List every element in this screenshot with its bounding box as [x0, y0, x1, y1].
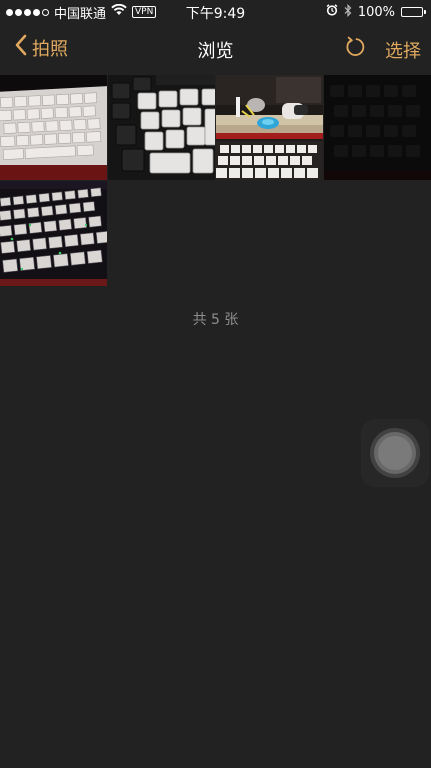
photo-2-image: [108, 75, 215, 180]
navigation-bar: 拍照 浏览 选择: [0, 24, 431, 74]
photo-thumbnail[interactable]: [216, 75, 323, 180]
photo-browser-screen: 中国联通 VPN 下午9:49 100% 拍照 浏览 选择 共 5 张: [0, 0, 431, 768]
photo-3-image: [216, 75, 323, 180]
photo-thumbnail[interactable]: [0, 75, 107, 180]
refresh-icon: [343, 36, 367, 63]
photo-4-image: [324, 75, 431, 180]
bluetooth-icon: [344, 3, 352, 21]
photo-thumbnail[interactable]: [0, 181, 107, 286]
battery-icon: [401, 7, 426, 17]
status-right: 100%: [326, 3, 426, 21]
photo-1-image: [0, 75, 107, 180]
photo-5-image: [0, 181, 107, 286]
photo-count-label: 共 5 张: [192, 312, 239, 328]
photo-thumbnail[interactable]: [324, 75, 431, 180]
battery-percent: 100%: [357, 4, 395, 20]
refresh-button[interactable]: [343, 35, 367, 63]
alarm-icon: [326, 4, 338, 20]
assistive-touch-button[interactable]: [361, 419, 429, 487]
photo-grid: [0, 75, 431, 286]
status-bar: 中国联通 VPN 下午9:49 100%: [0, 0, 431, 24]
photo-thumbnail[interactable]: [108, 75, 215, 180]
select-button[interactable]: 选择: [385, 37, 421, 63]
